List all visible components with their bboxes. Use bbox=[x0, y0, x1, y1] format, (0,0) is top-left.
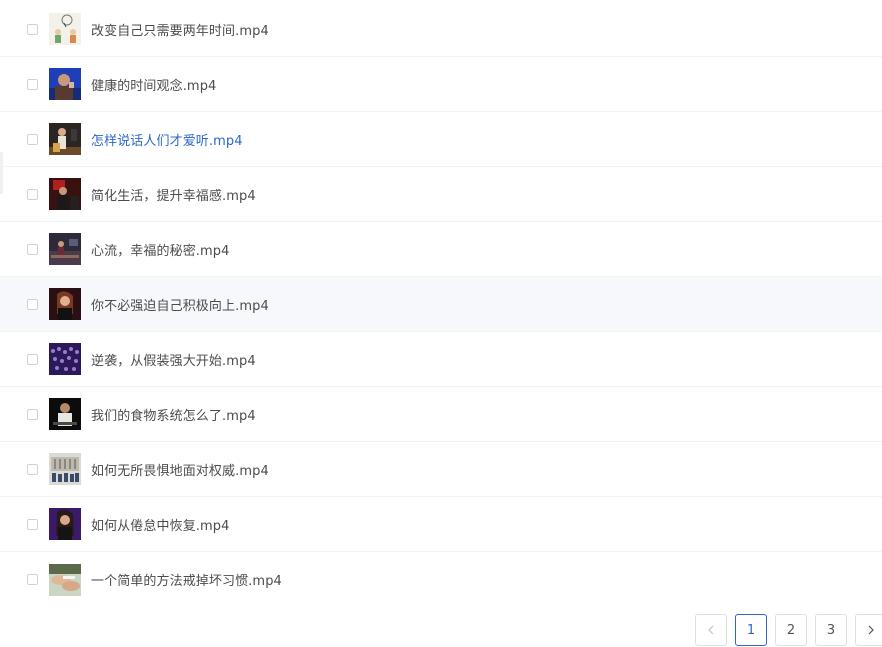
speaker-thumbnail-icon[interactable] bbox=[49, 508, 81, 540]
row-checkbox[interactable] bbox=[27, 23, 38, 35]
list-item[interactable]: 你不必强迫自己积极向上.mp4 bbox=[0, 277, 882, 332]
speaker-thumbnail-icon[interactable] bbox=[49, 178, 81, 210]
audience-thumbnail-icon[interactable] bbox=[49, 343, 81, 375]
chevron-right-icon bbox=[868, 625, 874, 635]
row-checkbox[interactable] bbox=[27, 518, 38, 530]
list-item[interactable]: 怎样说话人们才爱听.mp4 bbox=[0, 112, 882, 167]
file-name[interactable]: 如何从倦怠中恢复.mp4 bbox=[91, 515, 230, 534]
row-checkbox[interactable] bbox=[27, 188, 38, 200]
hands-thumbnail-icon[interactable] bbox=[49, 563, 81, 596]
speaker-thumbnail-icon[interactable] bbox=[49, 123, 81, 155]
page-button-2[interactable]: 2 bbox=[775, 614, 807, 646]
row-checkbox[interactable] bbox=[27, 574, 38, 585]
row-checkbox[interactable] bbox=[27, 463, 38, 475]
building-thumbnail-icon[interactable] bbox=[49, 453, 81, 485]
list-item[interactable]: 简化生活，提升幸福感.mp4 bbox=[0, 167, 882, 222]
list-item[interactable]: 逆袭，从假装强大开始.mp4 bbox=[0, 332, 882, 387]
stage-thumbnail-icon[interactable] bbox=[49, 233, 81, 265]
file-name[interactable]: 如何无所畏惧地面对权威.mp4 bbox=[91, 460, 269, 479]
speaker-thumbnail-icon[interactable] bbox=[49, 288, 81, 320]
pagination: 1 2 3 bbox=[695, 614, 882, 646]
file-name[interactable]: 简化生活，提升幸福感.mp4 bbox=[91, 185, 256, 204]
file-name[interactable]: 改变自己只需要两年时间.mp4 bbox=[91, 20, 269, 39]
file-name[interactable]: 一个简单的方法戒掉坏习惯.mp4 bbox=[91, 570, 282, 589]
chevron-left-icon bbox=[708, 625, 714, 635]
list-item[interactable]: 心流，幸福的秘密.mp4 bbox=[0, 222, 882, 277]
list-item[interactable]: 我们的食物系统怎么了.mp4 bbox=[0, 387, 882, 442]
file-list: 改变自己只需要两年时间.mp4 健康的时间观念.mp4 怎样说话人们才爱听.mp… bbox=[0, 2, 882, 607]
file-name[interactable]: 怎样说话人们才爱听.mp4 bbox=[91, 130, 243, 149]
list-item[interactable]: 一个简单的方法戒掉坏习惯.mp4 bbox=[0, 552, 882, 607]
speaker-thumbnail-icon[interactable] bbox=[49, 398, 81, 430]
file-name[interactable]: 心流，幸福的秘密.mp4 bbox=[91, 240, 230, 259]
list-item[interactable]: 改变自己只需要两年时间.mp4 bbox=[0, 2, 882, 57]
row-checkbox[interactable] bbox=[27, 133, 38, 145]
file-name[interactable]: 健康的时间观念.mp4 bbox=[91, 75, 216, 94]
speaker-thumbnail-icon[interactable] bbox=[49, 68, 81, 100]
file-name[interactable]: 我们的食物系统怎么了.mp4 bbox=[91, 405, 256, 424]
page-button-3[interactable]: 3 bbox=[815, 614, 847, 646]
list-item[interactable]: 如何从倦怠中恢复.mp4 bbox=[0, 497, 882, 552]
row-checkbox[interactable] bbox=[27, 78, 38, 90]
list-item[interactable]: 如何无所畏惧地面对权威.mp4 bbox=[0, 442, 882, 497]
row-checkbox[interactable] bbox=[27, 408, 38, 420]
list-item[interactable]: 健康的时间观念.mp4 bbox=[0, 57, 882, 112]
file-name[interactable]: 逆袭，从假装强大开始.mp4 bbox=[91, 350, 256, 369]
prev-page-button[interactable] bbox=[695, 614, 727, 646]
page-button-1[interactable]: 1 bbox=[735, 614, 767, 646]
cartoon-thumbnail-icon[interactable] bbox=[49, 13, 81, 45]
file-name[interactable]: 你不必强迫自己积极向上.mp4 bbox=[91, 295, 269, 314]
row-checkbox[interactable] bbox=[27, 298, 38, 310]
next-page-button[interactable] bbox=[855, 614, 882, 646]
row-checkbox[interactable] bbox=[27, 243, 38, 255]
row-checkbox[interactable] bbox=[27, 353, 38, 365]
